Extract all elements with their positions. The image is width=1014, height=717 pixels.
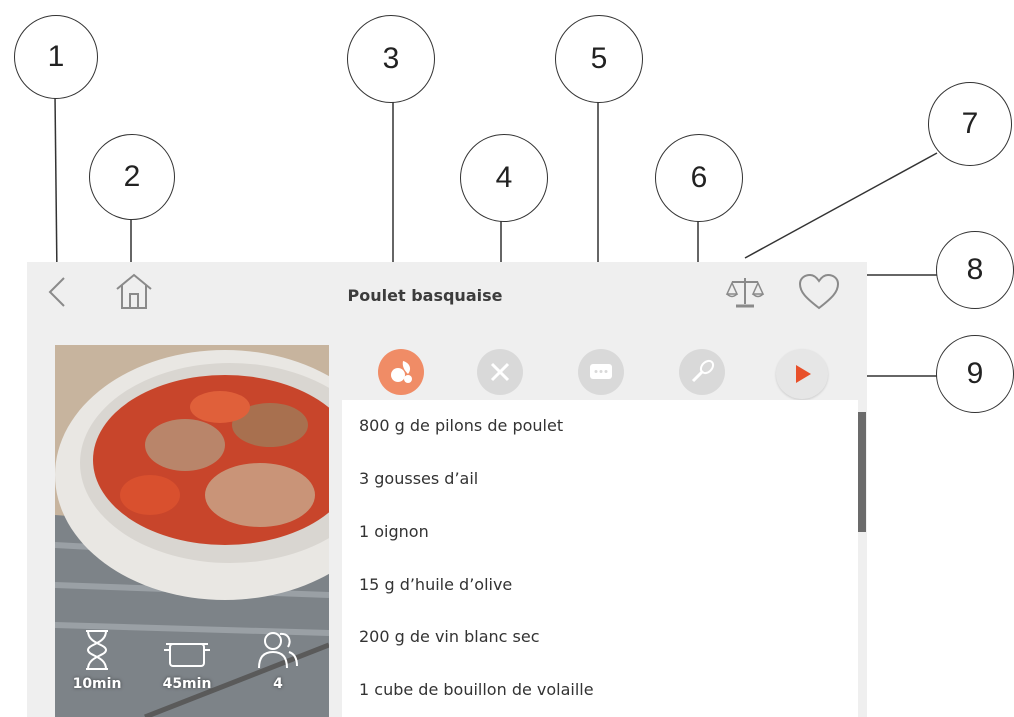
tab-ingredients[interactable] [378, 349, 424, 395]
callout-3: 3 [347, 15, 435, 103]
tab-preparation[interactable] [679, 349, 725, 395]
hourglass-icon [86, 630, 108, 670]
whisk-icon [691, 359, 715, 383]
servings-label: 4 [273, 676, 283, 692]
back-button[interactable] [42, 274, 72, 310]
callout-4: 4 [460, 134, 548, 222]
chat-icon [590, 364, 612, 379]
page-title: Poulet basquaise [347, 286, 503, 305]
list-item: 1 oignon [359, 522, 429, 541]
scale-button[interactable] [724, 272, 766, 312]
callout-7: 7 [928, 82, 1012, 166]
pot-icon [164, 643, 210, 667]
list-item: 200 g de vin blanc sec [359, 627, 540, 646]
list-item: 15 g d’huile d’olive [359, 575, 513, 594]
favorite-button[interactable] [796, 272, 842, 312]
list-item: 3 gousses d’ail [359, 469, 479, 488]
tab-comments[interactable] [578, 349, 624, 395]
callout-5: 5 [555, 15, 643, 103]
tab-utensils[interactable] [477, 349, 523, 395]
scale-icon [725, 278, 765, 308]
cook-time-label: 45min [162, 676, 212, 692]
people-icon [258, 632, 298, 669]
ingredient-list[interactable]: 800 g de pilons de poulet 3 gousses d’ai… [342, 400, 858, 717]
recipe-meta: 10min 45min 4 [55, 628, 329, 717]
prep-time-label: 10min [72, 676, 122, 692]
callout-2: 2 [89, 134, 175, 220]
callout-8: 8 [936, 231, 1014, 309]
play-icon [796, 365, 811, 383]
play-button[interactable] [776, 349, 828, 399]
list-scrollbar[interactable] [858, 412, 866, 532]
callout-1: 1 [14, 15, 98, 99]
home-icon [116, 273, 152, 309]
callout-6: 6 [655, 134, 743, 222]
utensils-icon [490, 362, 510, 382]
list-item: 800 g de pilons de poulet [359, 416, 564, 435]
ingredients-icon [391, 361, 412, 383]
heart-icon [798, 273, 840, 310]
home-button[interactable] [112, 270, 156, 312]
chevron-left-icon [48, 277, 65, 307]
list-item: 1 cube de bouillon de volaille [359, 680, 594, 699]
callout-9: 9 [936, 335, 1014, 413]
